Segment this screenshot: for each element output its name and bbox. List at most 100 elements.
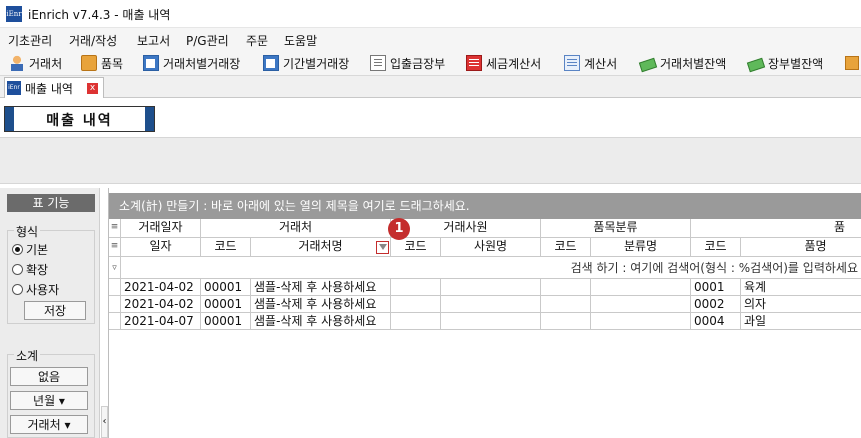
toolbar-customer-ledger-button[interactable]: 거래처별거래장 <box>143 53 240 73</box>
column-header-date[interactable]: 일자 <box>121 238 201 257</box>
cell-staff-name[interactable] <box>441 296 541 313</box>
cell-category-code[interactable] <box>541 296 591 313</box>
column-header-customer-name[interactable]: 거래처명 <box>251 238 391 257</box>
cell-item-code[interactable]: 0002 <box>691 296 741 313</box>
filter-row-icon: ▿ <box>109 257 121 279</box>
content-area: 매출 내역 표 기능 형식 기본 확장 사용자 저장 소계 없음 년월 ▾ 거래… <box>0 98 861 438</box>
cell-date[interactable]: 2021-04-07 <box>121 313 201 330</box>
cell-item-code[interactable]: 0001 <box>691 279 741 296</box>
cell-customer-name[interactable]: 샘플-삭제 후 사용하세요 <box>251 313 391 330</box>
cell-item-name[interactable]: 육계 <box>741 279 861 296</box>
cell-staff-name[interactable] <box>441 313 541 330</box>
cell-item-code[interactable]: 0004 <box>691 313 741 330</box>
filter-band <box>0 138 861 184</box>
cell-date[interactable]: 2021-04-02 <box>121 279 201 296</box>
toolbar-tax-invoice-button[interactable]: 세금계산서 <box>466 53 541 73</box>
column-header-item-name[interactable]: 품명 <box>741 238 861 257</box>
save-button[interactable]: 저장 <box>24 301 86 320</box>
subtotal-year-month-button[interactable]: 년월 ▾ <box>10 391 88 410</box>
cell-customer-code[interactable]: 00001 <box>201 313 251 330</box>
format-option-user[interactable]: 사용자 <box>12 281 59 298</box>
panel-collapse-handle[interactable]: ‹ <box>101 406 108 438</box>
toolbar-cashbook-button[interactable]: 입출금장부 <box>370 53 445 73</box>
group-header-customer[interactable]: 거래처 <box>201 219 391 238</box>
cash-icon <box>638 57 658 72</box>
cell-item-name[interactable]: 의자 <box>741 296 861 313</box>
column-options-icon[interactable]: ≡ <box>109 238 121 257</box>
column-header-item-code[interactable]: 코드 <box>691 238 741 257</box>
app-logo-icon: iEnr <box>6 6 22 22</box>
cell-customer-code[interactable]: 00001 <box>201 279 251 296</box>
box-icon <box>81 55 97 71</box>
menu-pg-management[interactable]: P/G관리 <box>186 32 229 49</box>
cell-staff-code[interactable] <box>391 279 441 296</box>
menu-basic-management[interactable]: 기초관리 <box>8 32 52 49</box>
group-header-staff[interactable]: 거래사원 <box>391 219 541 238</box>
cell-category-code[interactable] <box>541 313 591 330</box>
column-header-staff-code[interactable]: 코드 <box>391 238 441 257</box>
toolbar: 거래처 품목 거래처별거래장 기간별거래장 입출금장부 세금계산서 계산서 거래… <box>0 50 861 76</box>
tab-sales-history[interactable]: iEnr 매출 내역 x <box>4 77 104 98</box>
group-header-date[interactable]: 거래일자 <box>121 219 201 238</box>
title-plate-right-bar <box>145 107 154 131</box>
cell-category-name[interactable] <box>591 279 691 296</box>
invoice-icon <box>466 55 482 71</box>
subtotal-group-title: 소계 <box>14 347 41 364</box>
toolbar-customer-balance-button[interactable]: 거래처별잔액 <box>638 53 726 73</box>
cell-customer-name[interactable]: 샘플-삭제 후 사용하세요 <box>251 296 391 313</box>
title-bar: iEnr iEnrich v7.4.3 - 매출 내역 <box>0 0 861 28</box>
app-logo-icon: iEnr <box>7 81 21 95</box>
group-header-category[interactable]: 품목분류 <box>541 219 691 238</box>
column-header-category-code[interactable]: 코드 <box>541 238 591 257</box>
format-option-extended[interactable]: 확장 <box>12 261 48 278</box>
radio-icon <box>12 264 23 275</box>
cell-staff-code[interactable] <box>391 313 441 330</box>
cash-icon <box>746 57 766 72</box>
group-header-item[interactable]: 품 <box>691 219 861 238</box>
cell-category-code[interactable] <box>541 279 591 296</box>
row-header <box>109 313 121 330</box>
table-function-header: 표 기능 <box>7 194 95 212</box>
menu-transaction-write[interactable]: 거래/작성 <box>69 32 117 49</box>
toolbar-bill-button[interactable]: 계산서 <box>564 53 617 73</box>
grid-options-icon[interactable]: ≡ <box>109 219 121 238</box>
column-header-customer-code[interactable]: 코드 <box>201 238 251 257</box>
row-header <box>109 296 121 313</box>
subtotal-customer-button[interactable]: 거래처 ▾ <box>10 415 88 434</box>
cell-customer-name[interactable]: 샘플-삭제 후 사용하세요 <box>251 279 391 296</box>
cell-category-name[interactable] <box>591 296 691 313</box>
callout-badge: 1 <box>388 218 410 240</box>
toolbar-more-button[interactable] <box>845 53 859 73</box>
toolbar-label: 품목 <box>101 56 124 71</box>
toolbar-label: 기간별거래장 <box>283 56 350 71</box>
format-group-title: 형식 <box>14 223 41 240</box>
tab-label: 매출 내역 <box>25 81 73 96</box>
subtotal-none-button[interactable]: 없음 <box>10 367 88 386</box>
toolbar-item-button[interactable]: 품목 <box>81 53 123 73</box>
toolbar-label: 입출금장부 <box>390 56 446 71</box>
column-header-category-name[interactable]: 분류명 <box>591 238 691 257</box>
group-by-drop-zone[interactable]: 소계(計) 만들기 : 바로 아래에 있는 열의 제목을 여기로 드래그하세요. <box>109 193 861 219</box>
menu-order[interactable]: 주문 <box>246 32 268 49</box>
menu-report[interactable]: 보고서 <box>137 32 170 49</box>
menu-help[interactable]: 도움말 <box>284 32 317 49</box>
radio-selected-icon <box>12 244 23 255</box>
toolbar-book-balance-button[interactable]: 장부별잔액 <box>746 53 823 73</box>
column-header-staff-name[interactable]: 사원명 <box>441 238 541 257</box>
search-filter-row[interactable]: ▿ 검색 하기 : 여기에 검색어(형식 : %검색어)를 입력하세요 <box>109 257 861 279</box>
format-option-basic[interactable]: 기본 <box>12 241 48 258</box>
cell-category-name[interactable] <box>591 313 691 330</box>
column-filter-icon[interactable] <box>376 241 389 254</box>
toolbar-period-ledger-button[interactable]: 기간별거래장 <box>263 53 349 73</box>
cell-staff-code[interactable] <box>391 296 441 313</box>
cell-customer-code[interactable]: 00001 <box>201 296 251 313</box>
cell-staff-name[interactable] <box>441 279 541 296</box>
toolbar-label: 세금계산서 <box>486 56 542 71</box>
cell-date[interactable]: 2021-04-02 <box>121 296 201 313</box>
cell-item-name[interactable]: 과일 <box>741 313 861 330</box>
close-icon[interactable]: x <box>87 83 98 94</box>
radio-label: 확장 <box>26 263 49 277</box>
toolbar-label: 거래처 <box>29 56 63 71</box>
book-icon <box>370 55 386 71</box>
toolbar-customer-button[interactable]: 거래처 <box>9 53 62 73</box>
